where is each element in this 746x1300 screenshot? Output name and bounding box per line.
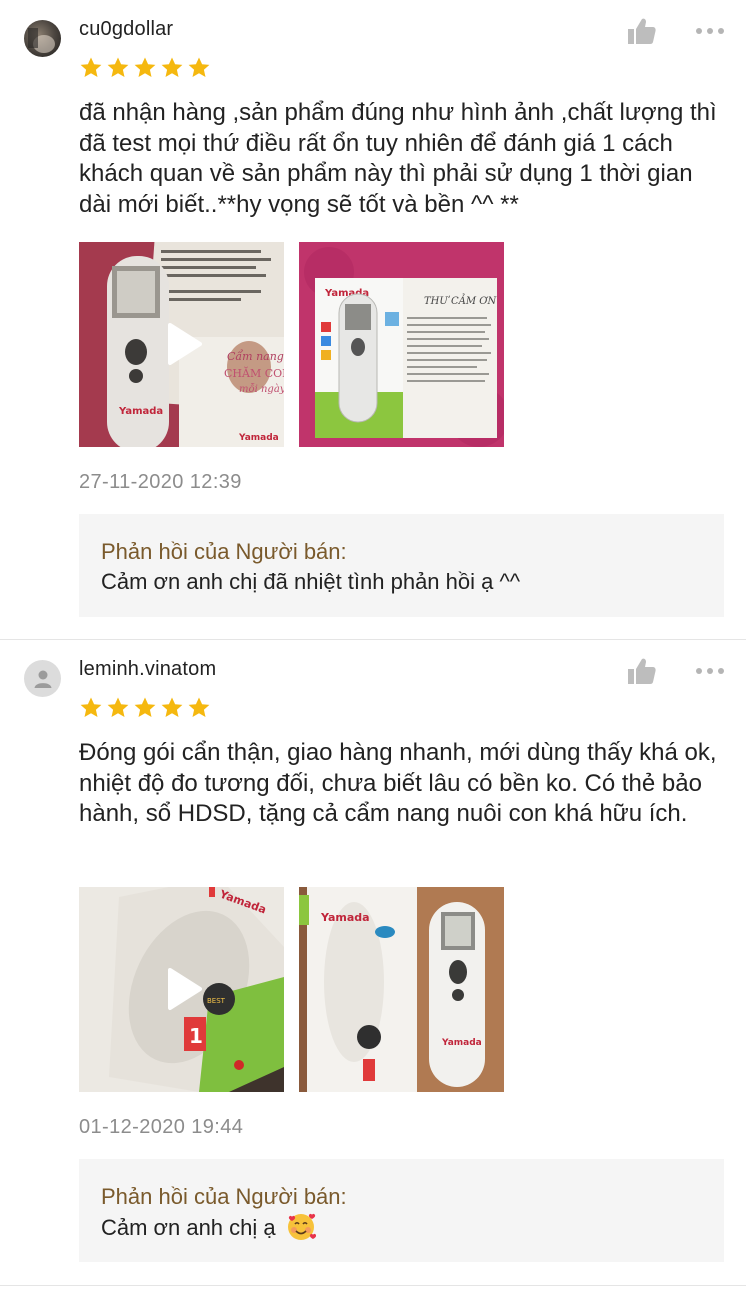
- seller-reply-title: Phản hồi của Người bán:: [101, 539, 347, 564]
- seller-reply: Phản hồi của Người bán: Cảm ơn anh chị đ…: [79, 514, 724, 617]
- play-icon[interactable]: [167, 967, 203, 1011]
- svg-text:CHĂM CON: CHĂM CON: [224, 366, 284, 380]
- review-item: cu0gdollar đã nhận hàng ,sản phẩm đúng n…: [0, 0, 746, 640]
- star-icon: [134, 697, 156, 717]
- star-rating: [79, 56, 211, 80]
- svg-text:Yamada: Yamada: [320, 911, 370, 924]
- more-options-icon[interactable]: [694, 24, 726, 38]
- thumbs-up-icon[interactable]: [626, 657, 656, 685]
- star-icon: [161, 697, 183, 717]
- review-comment: Đóng gói cẩn thận, giao hàng nhanh, mới …: [79, 739, 717, 827]
- star-icon: [107, 697, 129, 717]
- username[interactable]: leminh.vinatom: [79, 658, 216, 681]
- star-rating: [79, 696, 211, 720]
- review-comment: đã nhận hàng ,sản phẩm đúng như hình ảnh…: [79, 99, 717, 218]
- svg-text:1: 1: [189, 1024, 203, 1048]
- svg-text:Cẩm nang: Cẩm nang: [227, 350, 284, 363]
- username[interactable]: cu0gdollar: [79, 18, 173, 41]
- review-image-thumbnail[interactable]: THƯ CẢM ƠN Yamada: [299, 242, 504, 447]
- seller-reply-text: Cảm ơn anh chị đã nhiệt tình phản hồi ạ …: [101, 569, 521, 594]
- svg-text:BEST: BEST: [207, 997, 226, 1005]
- review-media: Cẩm nang CHĂM CON mỗi ngày Yamada Yamada: [79, 242, 504, 447]
- review-video-thumbnail[interactable]: Cẩm nang CHĂM CON mỗi ngày Yamada Yamada: [79, 242, 284, 447]
- review-date: 27-11-2020 12:39: [79, 471, 242, 493]
- review-video-thumbnail[interactable]: BEST 1 Yamada: [79, 887, 284, 1092]
- review-image-thumbnail[interactable]: Yamada Yamada: [299, 887, 504, 1092]
- svg-text:Yamada: Yamada: [238, 433, 279, 443]
- user-icon: [34, 670, 51, 688]
- svg-text:Yamada: Yamada: [441, 1038, 482, 1048]
- star-icon: [161, 57, 183, 77]
- avatar[interactable]: [24, 660, 61, 697]
- review-date: 01-12-2020 19:44: [79, 1116, 244, 1138]
- star-icon: [80, 697, 102, 717]
- svg-text:THƯ CẢM ƠN: THƯ CẢM ƠN: [424, 294, 497, 307]
- seller-reply-text: Cảm ơn anh chị ạ: [101, 1215, 276, 1240]
- smiling-face-with-hearts-icon: [287, 1213, 316, 1240]
- star-icon: [188, 57, 210, 77]
- play-icon[interactable]: [167, 322, 203, 366]
- seller-reply: Phản hồi của Người bán: Cảm ơn anh chị ạ: [79, 1159, 724, 1262]
- avatar[interactable]: [24, 20, 61, 57]
- star-icon: [80, 57, 102, 77]
- svg-text:Yamada: Yamada: [118, 406, 163, 417]
- thumbs-up-icon[interactable]: [626, 17, 656, 45]
- star-icon: [134, 57, 156, 77]
- seller-reply-title: Phản hồi của Người bán:: [101, 1184, 347, 1209]
- star-icon: [107, 57, 129, 77]
- svg-text:mỗi ngày: mỗi ngày: [239, 384, 284, 395]
- review-media: BEST 1 Yamada Yamada Yamada: [79, 887, 504, 1092]
- review-item: leminh.vinatom Đóng gói cẩn thận, giao h…: [0, 640, 746, 1286]
- seller-reply-text-row: Cảm ơn anh chị ạ: [101, 1212, 702, 1243]
- star-icon: [188, 697, 210, 717]
- more-options-icon[interactable]: [694, 664, 726, 678]
